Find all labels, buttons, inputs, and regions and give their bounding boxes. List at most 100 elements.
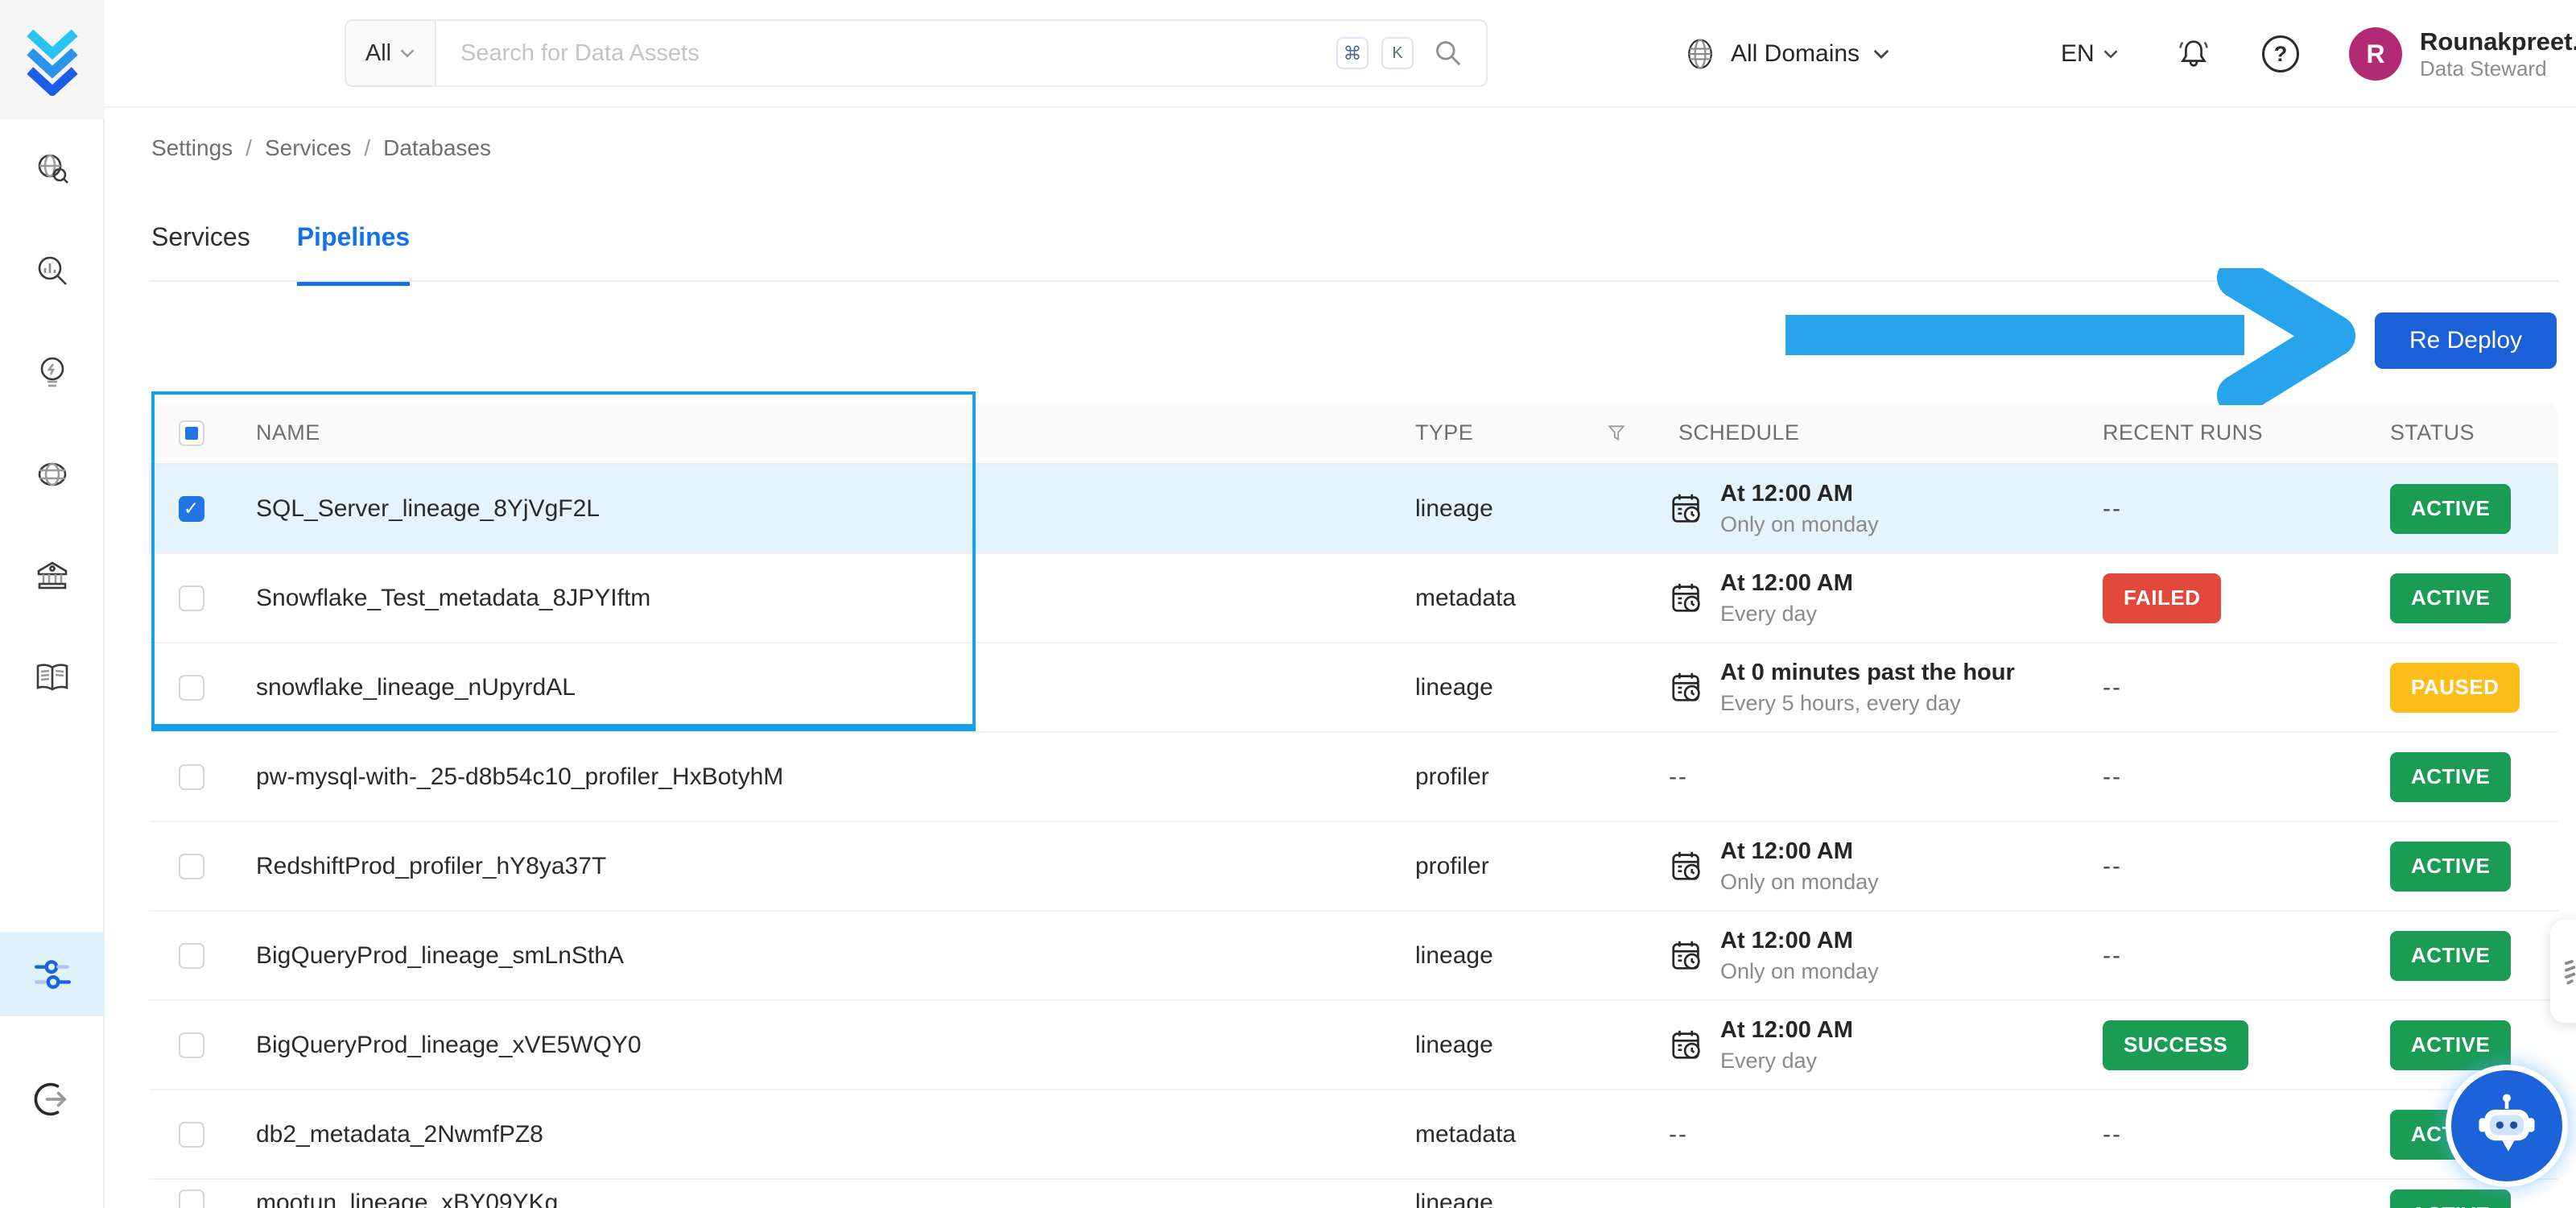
tab-divider <box>149 280 2558 282</box>
support-tab[interactable] <box>2550 920 2576 1023</box>
tab-pipelines[interactable]: Pipelines <box>296 222 411 286</box>
select-all-checkbox[interactable] <box>178 420 204 446</box>
table-row[interactable]: mootun_lineage_xBY09YKg lineage ACTIVE <box>149 1180 2558 1208</box>
sidebar-item-observability[interactable] <box>0 221 105 322</box>
sidebar-item-glossary[interactable] <box>0 627 105 728</box>
table-row[interactable]: RedshiftProd_profiler_hY8ya37T profiler … <box>149 822 2558 912</box>
k-keycap: K <box>1381 37 1414 69</box>
schedule-entry: At 12:00 AM Only on monday <box>1669 928 2103 984</box>
sidebar-item-logout[interactable] <box>0 1049 105 1150</box>
calendar-clock-icon <box>1672 1030 1700 1059</box>
table-row[interactable]: ✓ SQL_Server_lineage_8YjVgF2L lineage At… <box>149 465 2558 554</box>
chatbot-button[interactable] <box>2446 1065 2568 1187</box>
pipeline-name[interactable]: snowflake_lineage_nUpyrdAL <box>233 674 1415 701</box>
breadcrumb-databases[interactable]: Databases <box>383 135 491 161</box>
calendar-clock-icon <box>1672 672 1700 701</box>
pipeline-name[interactable]: RedshiftProd_profiler_hY8ya37T <box>233 853 1415 880</box>
schedule-entry: At 12:00 AM Only on monday <box>1669 481 2103 537</box>
search-input[interactable]: Search for Data Assets <box>436 21 1336 85</box>
pipeline-name[interactable]: BigQueryProd_lineage_xVE5WQY0 <box>233 1032 1415 1059</box>
table-body: ✓ SQL_Server_lineage_8YjVgF2L lineage At… <box>149 465 2558 1208</box>
sidebar-item-explore[interactable] <box>0 119 105 221</box>
breadcrumb-settings[interactable]: Settings <box>151 135 233 161</box>
row-checkbox[interactable] <box>178 1189 204 1208</box>
avatar: R <box>2349 27 2402 81</box>
table-row[interactable]: snowflake_lineage_nUpyrdAL lineage At 0 … <box>149 643 2558 733</box>
domain-selector[interactable]: All Domains <box>1682 0 1890 108</box>
language-selector[interactable]: EN <box>2061 0 2119 108</box>
row-checkbox[interactable] <box>178 1032 204 1058</box>
pipeline-name[interactable]: SQL_Server_lineage_8YjVgF2L <box>233 495 1415 523</box>
app-logo[interactable] <box>0 0 105 119</box>
row-checkbox[interactable]: ✓ <box>178 495 204 522</box>
search-icon[interactable] <box>1433 38 1463 68</box>
filter-funnel-icon[interactable] <box>1606 423 1627 444</box>
user-profile-menu[interactable]: R Rounakpreet.d Data Steward <box>2349 0 2576 108</box>
row-checkbox[interactable] <box>178 585 204 611</box>
global-search[interactable]: All Search for Data Assets ⌘ K <box>345 19 1488 87</box>
chevron-down-icon <box>2103 50 2118 59</box>
pipeline-name[interactable]: Snowflake_Test_metadata_8JPYIftm <box>233 585 1415 612</box>
pipeline-type: profiler <box>1415 763 1489 790</box>
table-header: NAME TYPE SCHEDULE RECENT RUNS STATUS <box>149 403 2558 465</box>
table-row[interactable]: Snowflake_Test_metadata_8JPYIftm metadat… <box>149 554 2558 643</box>
status-badge: ACTIVE <box>2390 483 2512 534</box>
empty-value: -- <box>1669 1120 1688 1148</box>
explore-search-icon <box>38 154 68 184</box>
globe-icon <box>38 462 67 486</box>
status-badge: ACTIVE <box>2390 841 2512 892</box>
search-scope-dropdown[interactable]: All <box>346 21 436 85</box>
user-name: Rounakpreet.d <box>2420 27 2576 56</box>
help-button[interactable]: ? <box>2262 0 2299 108</box>
row-checkbox[interactable] <box>178 674 204 701</box>
recent-run-badge[interactable]: FAILED <box>2103 573 2222 623</box>
pipeline-name[interactable]: db2_metadata_2NwmfPZ8 <box>233 1121 1415 1148</box>
logout-icon <box>34 1082 67 1116</box>
tab-services[interactable]: Services <box>151 222 250 286</box>
pipeline-name[interactable]: BigQueryProd_lineage_smLnSthA <box>233 942 1415 970</box>
pipeline-type: lineage <box>1415 494 1493 522</box>
pipeline-type: profiler <box>1415 852 1489 879</box>
sidebar-item-governance[interactable] <box>0 525 105 627</box>
schedule-cell: At 12:00 AM Every day <box>1669 1017 2103 1074</box>
schedule-time: At 12:00 AM <box>1720 569 1853 596</box>
table-row[interactable]: pw-mysql-with-_25-d8b54c10_profiler_HxBo… <box>149 733 2558 822</box>
chevron-down-icon <box>400 49 415 58</box>
pipeline-name[interactable]: pw-mysql-with-_25-d8b54c10_profiler_HxBo… <box>233 763 1415 791</box>
column-header-schedule: SCHEDULE <box>1678 420 1800 445</box>
recent-run-badge[interactable]: SUCCESS <box>2103 1020 2249 1070</box>
schedule-detail: Only on monday <box>1720 958 1879 983</box>
calendar-clock-icon <box>1672 494 1700 523</box>
annotation-arrow <box>1785 268 2355 405</box>
open-book-icon <box>36 664 68 691</box>
recent-runs-cell: -- <box>2103 674 2390 701</box>
table-row[interactable]: BigQueryProd_lineage_smLnSthA lineage At… <box>149 912 2558 1001</box>
schedule-time: At 12:00 AM <box>1720 480 1853 507</box>
table-row[interactable]: db2_metadata_2NwmfPZ8 metadata -- -- ACT… <box>149 1090 2558 1180</box>
schedule-time: At 12:00 AM <box>1720 838 1853 864</box>
schedule-cell: -- <box>1669 763 2103 791</box>
row-checkbox[interactable] <box>178 853 204 879</box>
status-badge: PAUSED <box>2390 662 2520 713</box>
recent-runs-cell: FAILED <box>2103 573 2390 623</box>
schedule-entry: At 0 minutes past the hour Every 5 hours… <box>1669 660 2103 716</box>
row-checkbox[interactable] <box>178 1121 204 1148</box>
breadcrumb-services[interactable]: Services <box>265 135 351 161</box>
recent-runs-cell: -- <box>2103 853 2390 880</box>
schedule-detail: Only on monday <box>1720 869 1879 894</box>
sidebar-item-settings-active[interactable] <box>0 933 105 1016</box>
pipeline-name[interactable]: mootun_lineage_xBY09YKg <box>233 1189 1415 1208</box>
status-badge: ACTIVE <box>2390 573 2512 623</box>
recent-runs-cell: -- <box>2103 763 2390 791</box>
row-checkbox[interactable] <box>178 763 204 790</box>
schedule-entry: At 12:00 AM Every day <box>1669 1017 2103 1074</box>
cmd-keycap: ⌘ <box>1336 37 1368 69</box>
row-checkbox[interactable] <box>178 942 204 969</box>
sidebar-item-insights[interactable] <box>0 322 105 424</box>
notifications-button[interactable] <box>2175 0 2212 108</box>
redeploy-button[interactable]: Re Deploy <box>2375 312 2557 369</box>
table-row[interactable]: BigQueryProd_lineage_xVE5WQY0 lineage At… <box>149 1001 2558 1090</box>
globe-icon <box>1688 39 1712 69</box>
app-window: All Search for Data Assets ⌘ K All Domai… <box>0 0 2576 1208</box>
sidebar-item-domains[interactable] <box>0 424 105 525</box>
